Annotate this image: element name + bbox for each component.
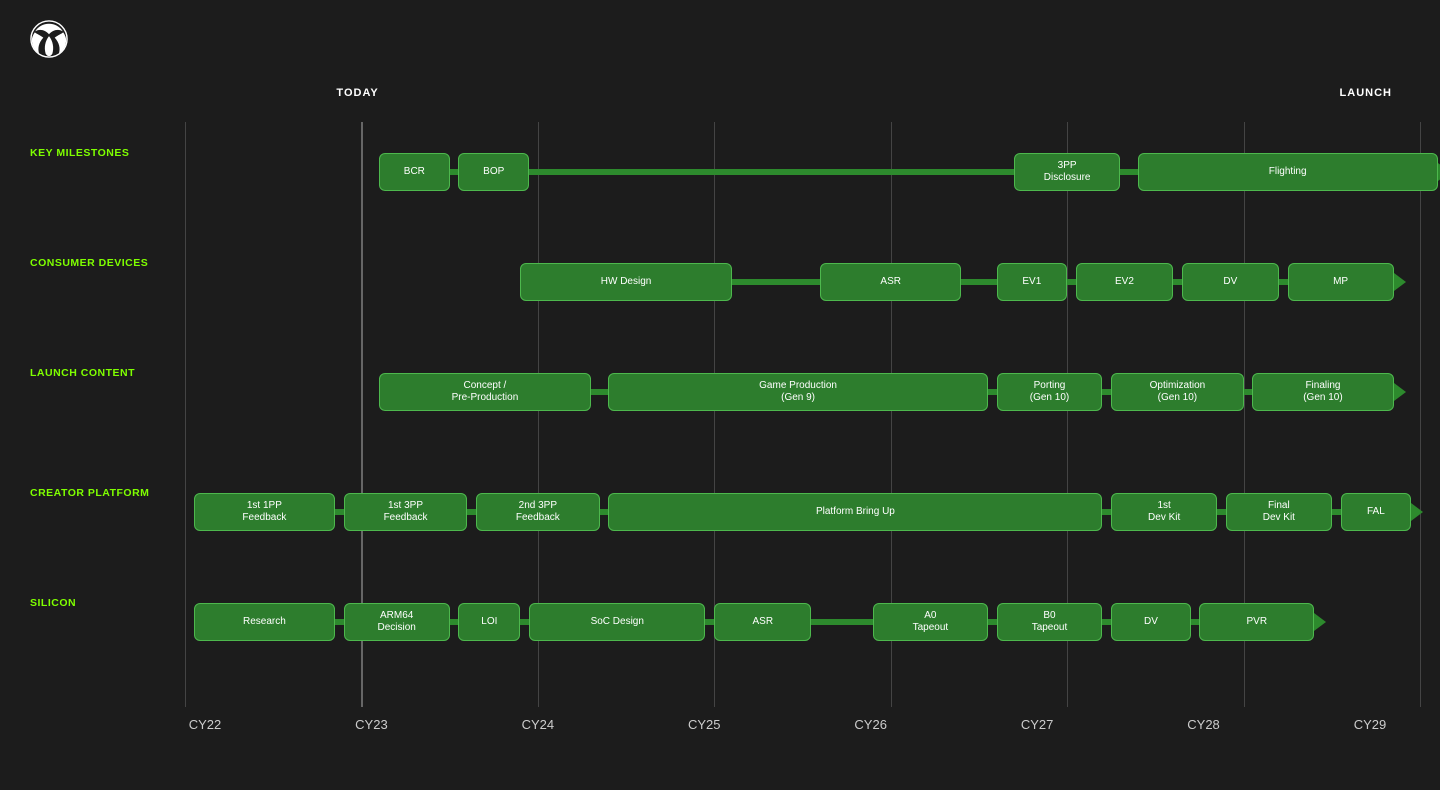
milestone-key-milestones-1: BOP (458, 153, 529, 191)
milestone-consumer-devices-5: MP (1288, 263, 1394, 301)
milestone-launch-content-4: Finaling (Gen 10) (1252, 373, 1393, 411)
milestone-creator-platform-0: 1st 1PP Feedback (194, 493, 335, 531)
row-label-key-milestones: KEY MILESTONES (30, 147, 175, 161)
launch-label: LAUNCH (1340, 87, 1392, 99)
milestone-creator-platform-2: 2nd 3PP Feedback (476, 493, 600, 531)
arrow-consumer-devices (1394, 273, 1406, 291)
milestone-consumer-devices-0: HW Design (520, 263, 732, 301)
year-label: CY28 (1184, 717, 1224, 732)
milestone-consumer-devices-2: EV1 (997, 263, 1068, 301)
milestone-creator-platform-5: Final Dev Kit (1226, 493, 1332, 531)
xbox-logo (30, 20, 68, 58)
row-label-silicon: SILICON (30, 597, 175, 611)
milestone-key-milestones-3: Flighting (1138, 153, 1438, 191)
year-label: CY26 (851, 717, 891, 732)
row-label-consumer-devices: CONSUMER DEVICES (30, 257, 175, 271)
milestone-silicon-2: LOI (458, 603, 520, 641)
milestone-silicon-1: ARM64 Decision (344, 603, 450, 641)
milestone-launch-content-0: Concept / Pre-Production (379, 373, 591, 411)
milestone-creator-platform-6: FAL (1341, 493, 1412, 531)
year-label: CY27 (1017, 717, 1057, 732)
milestone-creator-platform-1: 1st 3PP Feedback (344, 493, 468, 531)
milestone-silicon-7: DV (1111, 603, 1190, 641)
header (30, 20, 1410, 58)
main-container: CY22 CY23 CY24 CY25 CY26 CY27 CY28 CY29 TODAY LAU… (0, 0, 1440, 790)
milestone-consumer-devices-3: EV2 (1076, 263, 1173, 301)
milestone-launch-content-2: Porting (Gen 10) (997, 373, 1103, 411)
arrow-creator-platform (1411, 503, 1423, 521)
milestone-launch-content-3: Optimization (Gen 10) (1111, 373, 1243, 411)
milestone-launch-content-1: Game Production (Gen 9) (608, 373, 987, 411)
milestone-consumer-devices-1: ASR (820, 263, 961, 301)
row-label-creator-platform: CREATOR PLATFORM (30, 487, 175, 501)
year-label: CY24 (518, 717, 558, 732)
milestone-consumer-devices-4: DV (1182, 263, 1279, 301)
milestone-creator-platform-4: 1st Dev Kit (1111, 493, 1217, 531)
chart-area: CY22 CY23 CY24 CY25 CY26 CY27 CY28 CY29 TODAY LAU… (30, 82, 1410, 732)
row-label-launch-content: LAUNCH CONTENT (30, 367, 175, 381)
milestone-silicon-6: B0 Tapeout (997, 603, 1103, 641)
milestone-silicon-5: A0 Tapeout (873, 603, 988, 641)
milestone-key-milestones-2: 3PP Disclosure (1014, 153, 1120, 191)
grid-line (1420, 122, 1421, 707)
milestone-silicon-4: ASR (714, 603, 811, 641)
arrow-launch-content (1394, 383, 1406, 401)
year-label: CY29 (1350, 717, 1390, 732)
milestone-silicon-0: Research (194, 603, 335, 641)
milestone-key-milestones-0: BCR (379, 153, 450, 191)
milestone-silicon-8: PVR (1199, 603, 1314, 641)
year-label: CY23 (351, 717, 391, 732)
today-label: TODAY (336, 87, 378, 99)
milestone-silicon-3: SoC Design (529, 603, 705, 641)
year-label: CY25 (684, 717, 724, 732)
arrow-silicon (1314, 613, 1326, 631)
milestone-creator-platform-3: Platform Bring Up (608, 493, 1102, 531)
year-label: CY22 (185, 717, 225, 732)
grid-line (185, 122, 186, 707)
